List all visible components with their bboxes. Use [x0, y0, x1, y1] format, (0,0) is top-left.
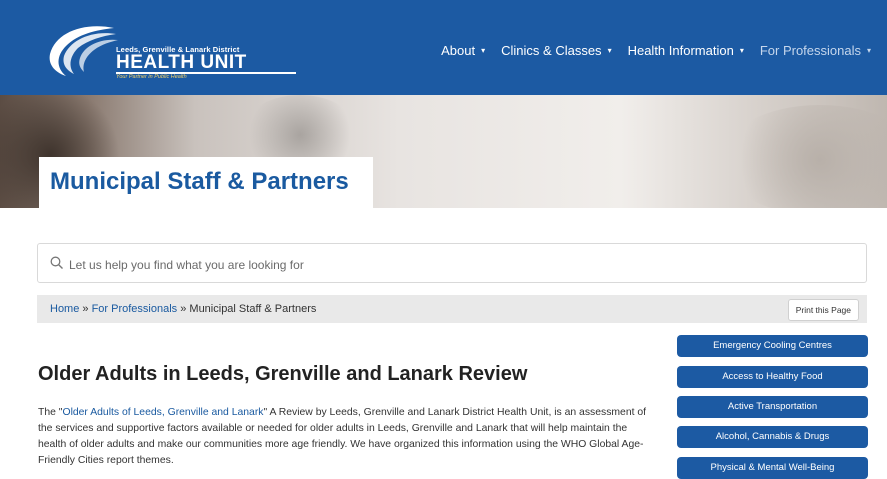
- nav-clinics-label: Clinics & Classes: [501, 43, 602, 58]
- site-header: Leeds, Grenville & Lanark District HEALT…: [0, 0, 887, 95]
- breadcrumb-separator: »: [177, 303, 190, 315]
- breadcrumb: Home » For Professionals » Municipal Sta…: [37, 295, 867, 323]
- search-box: [37, 243, 867, 283]
- logo-swoosh-icon: [49, 26, 118, 76]
- breadcrumb-trail: Home » For Professionals » Municipal Sta…: [50, 303, 316, 315]
- nav-clinics-classes[interactable]: Clinics & Classes ▾: [501, 43, 611, 58]
- hero-blur-shape: [720, 105, 887, 208]
- nav-for-professionals[interactable]: For Professionals ▾: [760, 43, 871, 58]
- chevron-down-icon: ▾: [739, 46, 744, 55]
- health-unit-logo[interactable]: Leeds, Grenville & Lanark District HEALT…: [44, 20, 296, 80]
- nav-about[interactable]: About ▾: [441, 43, 485, 58]
- main-nav: About ▾ Clinics & Classes ▾ Health Infor…: [441, 43, 871, 58]
- print-page-button[interactable]: Print this Page: [787, 299, 859, 321]
- sidebar-button-access-to-healthy-food[interactable]: Access to Healthy Food: [677, 366, 868, 388]
- sidebar-button-alcohol-cannabis-drugs[interactable]: Alcohol, Cannabis & Drugs: [677, 426, 868, 448]
- older-adults-review-link[interactable]: Older Adults of Leeds, Grenville and Lan…: [62, 407, 263, 418]
- nav-health-info-label: Health Information: [627, 43, 734, 58]
- search-input[interactable]: [67, 254, 851, 276]
- sidebar-button-emergency-cooling-centres[interactable]: Emergency Cooling Centres: [677, 335, 868, 357]
- chevron-down-icon: ▾: [481, 46, 486, 55]
- breadcrumb-home[interactable]: Home: [50, 303, 79, 315]
- chevron-down-icon: ▾: [607, 46, 612, 55]
- page-title: Municipal Staff & Partners: [50, 168, 349, 195]
- nav-health-information[interactable]: Health Information ▾: [628, 43, 744, 58]
- paragraph-text: The ": [38, 407, 63, 418]
- nav-about-label: About: [441, 43, 476, 58]
- article-paragraph: The "Older Adults of Leeds, Grenville an…: [38, 405, 650, 469]
- logo-line2: HEALTH UNIT: [116, 52, 247, 73]
- search-icon: [50, 256, 63, 269]
- sidebar-button-active-transportation[interactable]: Active Transportation: [677, 396, 868, 418]
- nav-professionals-label: For Professionals: [759, 43, 861, 58]
- breadcrumb-separator: »: [79, 303, 92, 315]
- chevron-down-icon: ▾: [866, 46, 871, 55]
- breadcrumb-current: Municipal Staff & Partners: [189, 303, 317, 315]
- logo-tagline: Your Partner in Public Health: [116, 74, 187, 80]
- breadcrumb-for-professionals[interactable]: For Professionals: [92, 303, 178, 315]
- article-heading: Older Adults in Leeds, Grenville and Lan…: [38, 363, 528, 385]
